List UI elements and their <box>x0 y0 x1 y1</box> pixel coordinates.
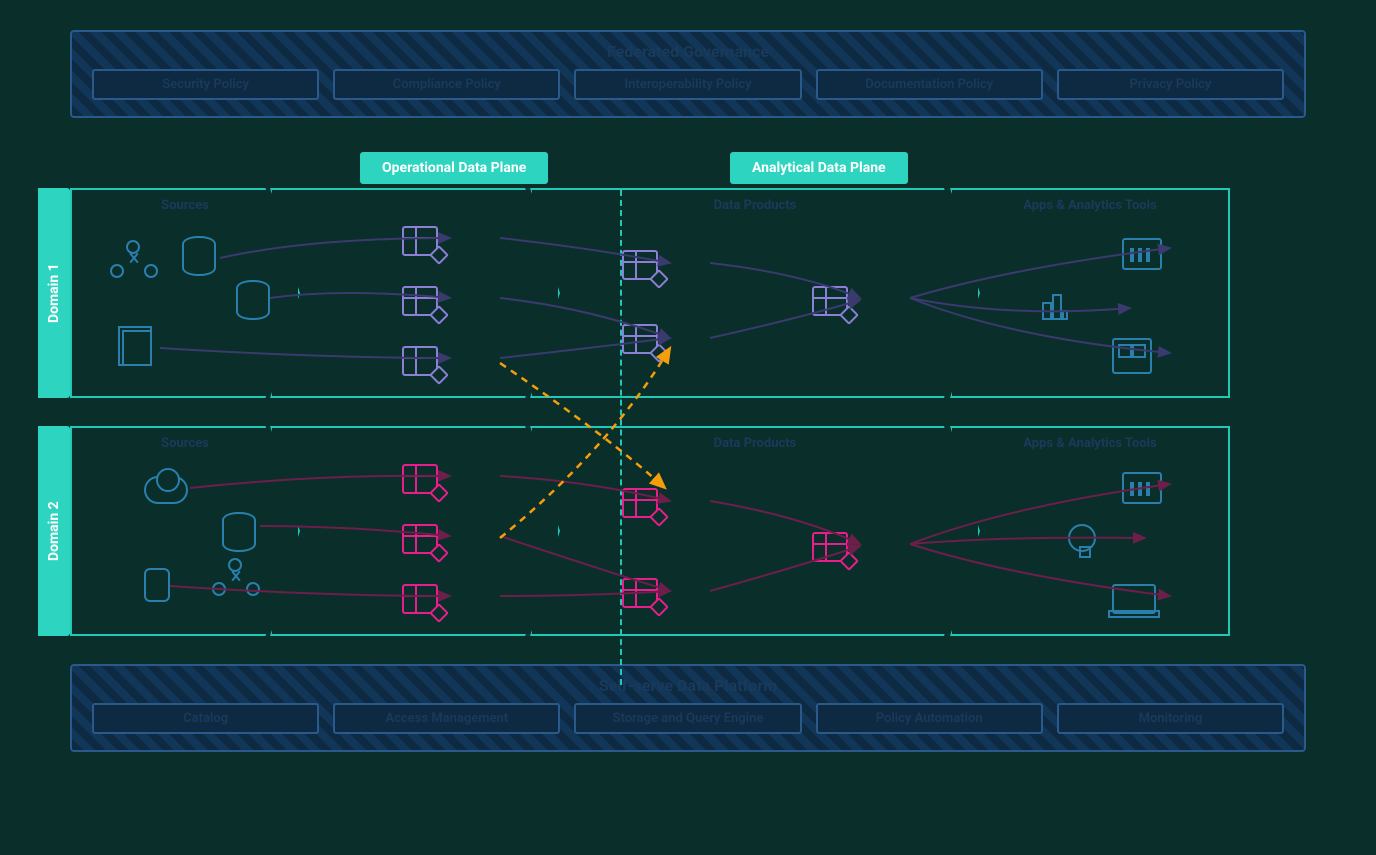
governance-policies: Security Policy Compliance Policy Intero… <box>92 69 1284 100</box>
chart-app-icon <box>1122 472 1162 504</box>
data-product-icon <box>622 250 658 280</box>
d1-apps: Apps & Analytics Tools <box>950 188 1230 398</box>
cap-access: Access Management <box>333 703 560 734</box>
domain-1-tab: Domain 1 <box>38 188 70 398</box>
domains-container: Domain 1 Sources Data Products <box>70 188 1306 636</box>
plane-labels: Operational Data Plane Analytical Data P… <box>70 152 1306 188</box>
dashboard-icon <box>1112 338 1152 374</box>
platform-title: Self-serve Data Platform <box>92 676 1284 695</box>
laptop-icon <box>1112 584 1156 614</box>
operational-plane-label: Operational Data Plane <box>360 152 548 184</box>
policy-compliance: Compliance Policy <box>333 69 560 100</box>
domain-2: Domain 2 Sources Data Products <box>70 426 1306 636</box>
cap-policy-auto: Policy Automation <box>816 703 1043 734</box>
data-table-icon <box>402 584 438 614</box>
data-product-icon <box>622 578 658 608</box>
d2-apps-label: Apps & Analytics Tools <box>952 436 1228 451</box>
cap-monitoring: Monitoring <box>1057 703 1284 734</box>
cluster-icon <box>212 558 260 596</box>
d2-operational <box>270 426 560 636</box>
database-icon <box>236 280 270 320</box>
data-product-icon <box>812 532 848 562</box>
d2-sources: Sources <box>70 426 300 636</box>
d2-sources-label: Sources <box>72 436 298 451</box>
analytics-icon <box>1042 290 1080 320</box>
platform-band: Self-serve Data Platform Catalog Access … <box>70 664 1306 752</box>
insight-icon <box>1068 524 1096 552</box>
d1-products: Data Products <box>530 188 980 398</box>
data-product-icon <box>622 324 658 354</box>
d1-sources-label: Sources <box>72 198 298 213</box>
data-table-icon <box>402 226 438 256</box>
d1-apps-label: Apps & Analytics Tools <box>952 198 1228 213</box>
data-table-icon <box>402 464 438 494</box>
d2-products: Data Products <box>530 426 980 636</box>
documents-icon <box>122 330 152 366</box>
data-table-icon <box>402 286 438 316</box>
database-icon <box>182 236 216 276</box>
data-table-icon <box>402 524 438 554</box>
analytical-plane-label: Analytical Data Plane <box>730 152 908 184</box>
device-icon <box>144 568 170 602</box>
cluster-icon <box>110 240 158 278</box>
data-product-icon <box>622 488 658 518</box>
d1-products-label: Data Products <box>532 198 978 213</box>
database-icon <box>222 512 256 552</box>
domain-1: Domain 1 Sources Data Products <box>70 188 1306 398</box>
chart-app-icon <box>1122 238 1162 270</box>
policy-interop: Interoperability Policy <box>574 69 801 100</box>
cap-catalog: Catalog <box>92 703 319 734</box>
governance-band: Federated Governance Security Policy Com… <box>70 30 1306 118</box>
domain-2-tab: Domain 2 <box>38 426 70 636</box>
d1-operational <box>270 188 560 398</box>
data-table-icon <box>402 346 438 376</box>
policy-docs: Documentation Policy <box>816 69 1043 100</box>
d2-apps: Apps & Analytics Tools <box>950 426 1230 636</box>
d1-sources: Sources <box>70 188 300 398</box>
cap-storage: Storage and Query Engine <box>574 703 801 734</box>
data-mesh-diagram: Federated Governance Security Policy Com… <box>0 0 1376 855</box>
policy-security: Security Policy <box>92 69 319 100</box>
cloud-icon <box>144 476 188 504</box>
platform-capabilities: Catalog Access Management Storage and Qu… <box>92 703 1284 734</box>
d2-products-label: Data Products <box>532 436 978 451</box>
policy-privacy: Privacy Policy <box>1057 69 1284 100</box>
data-product-icon <box>812 286 848 316</box>
governance-title: Federated Governance <box>92 42 1284 61</box>
